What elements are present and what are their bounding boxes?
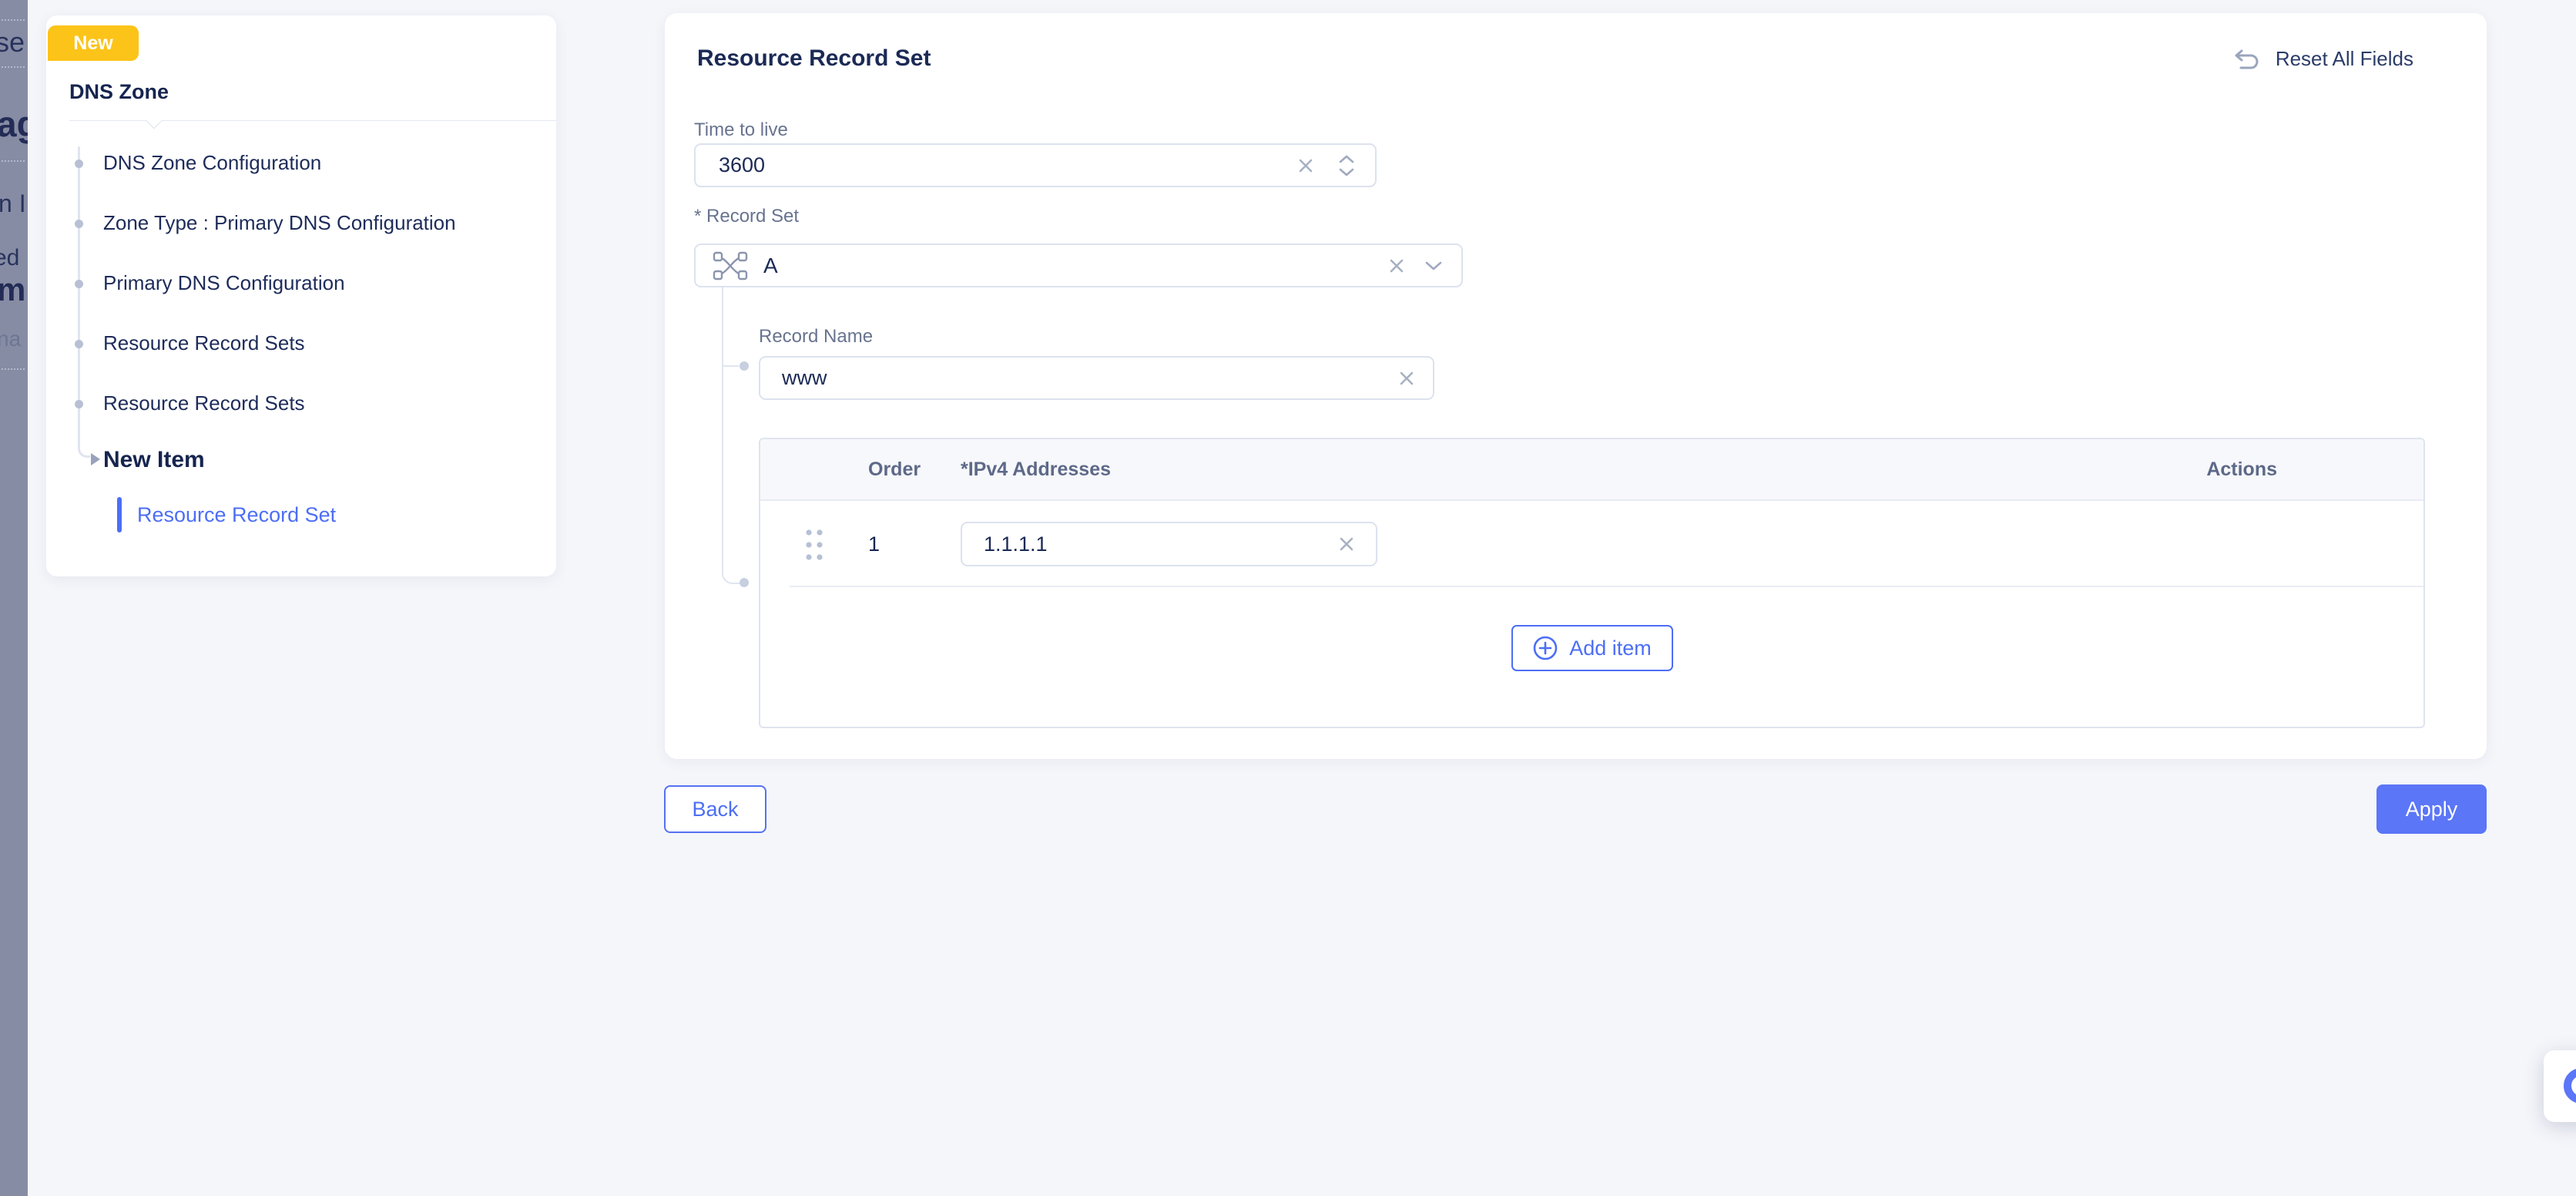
ttl-label: Time to live <box>694 119 788 141</box>
record-name-input[interactable]: www <box>759 356 1434 400</box>
timeline-dot <box>75 160 83 168</box>
active-item-indicator <box>117 497 122 532</box>
connector-line <box>722 287 742 584</box>
backdrop-text-fragment: n I <box>0 190 26 218</box>
row-separator <box>790 586 2423 587</box>
ipv4-address-input[interactable]: 1.1.1.1 <box>961 522 1377 566</box>
table-row: 1 1.1.1.1 <box>760 501 2423 587</box>
add-item-button[interactable]: Add item <box>1511 625 1673 671</box>
backdrop-text-fragment: se <box>0 26 25 59</box>
ttl-value: 3600 <box>696 153 765 177</box>
divider-notch <box>146 112 163 129</box>
ttl-stepper[interactable] <box>1338 154 1355 177</box>
backdrop-text-fragment: m <box>0 271 25 308</box>
divider <box>69 120 556 121</box>
ipv4-addresses-table: Order *IPv4 Addresses Actions 1 <box>759 438 2425 728</box>
record-name-value: www <box>760 366 827 390</box>
timeline-dot <box>75 340 83 348</box>
timeline-dot <box>75 280 83 288</box>
sidebar-item-resource-record-sets-1[interactable]: Resource Record Sets <box>103 331 305 355</box>
column-header-order: Order <box>868 439 921 499</box>
add-item-label: Add item <box>1569 637 1652 660</box>
backdrop-text-fragment: ed <box>0 245 19 271</box>
record-set-clear-icon[interactable] <box>1387 257 1406 275</box>
record-name-clear-icon[interactable] <box>1397 369 1416 388</box>
column-header-ipv4-addresses: *IPv4 Addresses <box>961 439 1111 499</box>
reset-all-fields-label: Reset All Fields <box>2276 47 2413 71</box>
backdrop-text-fragment: na <box>0 327 21 351</box>
dimmed-background-strip: se ag n I ed m na <box>0 0 28 1196</box>
sidebar-item-primary-dns-configuration[interactable]: Primary DNS Configuration <box>103 271 345 295</box>
plus-circle-icon <box>1532 635 1558 661</box>
stepper-up-icon[interactable] <box>1338 154 1355 163</box>
reset-all-fields-button[interactable]: Reset All Fields <box>2232 41 2413 76</box>
record-set-value: A <box>763 254 778 278</box>
page: se ag n I ed m na New DNS Zone DNS Zone … <box>0 0 2576 1196</box>
connector-dash <box>723 365 739 367</box>
connector-dot <box>740 361 749 371</box>
timeline-dot <box>75 400 83 408</box>
column-header-actions: Actions <box>2206 439 2277 499</box>
sidebar-item-new-item[interactable]: New Item <box>103 447 205 473</box>
panel-title: Resource Record Set <box>697 45 931 72</box>
resource-record-set-panel: Resource Record Set Reset All Fields Tim… <box>665 13 2487 759</box>
drag-handle-icon[interactable] <box>803 526 826 567</box>
sidebar-item-zone-type[interactable]: Zone Type : Primary DNS Configuration <box>103 211 456 235</box>
backdrop-dotted-line <box>2 66 25 68</box>
sidebar-item-dns-zone-configuration[interactable]: DNS Zone Configuration <box>103 151 321 175</box>
widget-ring-icon <box>2564 1068 2576 1104</box>
record-name-label: Record Name <box>759 326 873 348</box>
timeline-dot <box>75 220 83 228</box>
ipv4-clear-icon[interactable] <box>1337 535 1356 553</box>
backdrop-dotted-line <box>2 19 25 21</box>
apply-button[interactable]: Apply <box>2376 784 2487 834</box>
backdrop-dotted-line <box>2 368 25 370</box>
record-set-chevron-down-icon[interactable] <box>1424 260 1443 271</box>
order-cell: 1 <box>868 501 880 587</box>
record-type-icon <box>713 250 748 281</box>
backdrop-text-fragment: ag <box>0 103 28 145</box>
floating-help-widget[interactable] <box>2544 1050 2576 1122</box>
expand-arrow-icon <box>91 453 100 465</box>
record-set-label: * Record Set <box>694 206 799 227</box>
connector-dot <box>740 578 749 587</box>
timeline-elbow <box>78 402 90 458</box>
table-header-row: Order *IPv4 Addresses Actions <box>760 439 2423 501</box>
record-set-select[interactable]: A <box>694 244 1463 287</box>
stepper-down-icon[interactable] <box>1338 168 1355 177</box>
timeline-line <box>78 146 80 404</box>
sidebar-item-resource-record-set-active[interactable]: Resource Record Set <box>137 503 336 527</box>
new-badge: New <box>48 25 139 61</box>
back-button[interactable]: Back <box>664 785 766 833</box>
ttl-input[interactable]: 3600 <box>694 143 1377 187</box>
sidebar-title: DNS Zone <box>69 80 169 104</box>
backdrop-dotted-line <box>2 160 25 162</box>
wizard-sidebar: New DNS Zone DNS Zone Configuration Zone… <box>46 15 556 576</box>
sidebar-item-resource-record-sets-2[interactable]: Resource Record Sets <box>103 391 305 415</box>
ipv4-address-value: 1.1.1.1 <box>962 532 1048 556</box>
undo-arrow-icon <box>2232 46 2262 71</box>
ttl-clear-icon[interactable] <box>1296 156 1315 175</box>
